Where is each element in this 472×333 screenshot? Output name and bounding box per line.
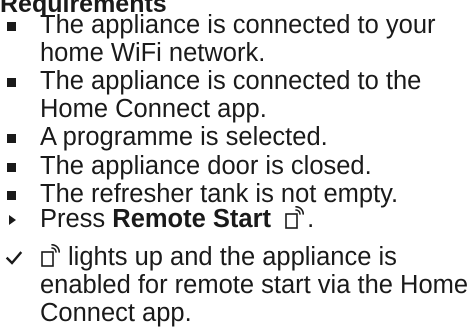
result-step: lights up and the appliance is enabled f… <box>0 243 472 327</box>
requirement-text: The appliance door is closed. <box>40 151 372 180</box>
checkmark-icon <box>5 251 23 265</box>
square-bullet-icon <box>7 191 16 200</box>
remote-start-icon <box>40 244 62 268</box>
remote-start-label: Remote Start <box>112 205 271 233</box>
step-prefix: Press <box>40 205 106 233</box>
requirement-item: The appliance is connected to the Home C… <box>0 67 472 123</box>
square-bullet-icon <box>7 134 16 143</box>
square-bullet-icon <box>7 22 16 31</box>
requirement-item: The appliance door is closed. <box>0 151 472 181</box>
requirement-text: The appliance is connected to your home … <box>40 11 436 67</box>
requirement-item: The appliance is connected to your home … <box>0 11 472 67</box>
square-bullet-icon <box>7 162 16 172</box>
square-bullet-icon <box>7 78 16 87</box>
requirement-text: The appliance is connected to the Home C… <box>40 67 422 123</box>
requirement-text: A programme is selected. <box>40 123 328 151</box>
requirement-item: A programme is selected. <box>0 123 472 152</box>
step-arrow-icon <box>9 215 16 225</box>
instruction-step: Press Remote Start . <box>0 205 472 233</box>
remote-start-icon <box>284 206 306 230</box>
step-suffix: . <box>307 205 315 233</box>
requirement-text: The refresher tank is not empty. <box>40 180 399 208</box>
result-text: lights up and the appliance is enabled f… <box>40 243 469 327</box>
requirements-list: The appliance is connected to your home … <box>0 11 472 210</box>
